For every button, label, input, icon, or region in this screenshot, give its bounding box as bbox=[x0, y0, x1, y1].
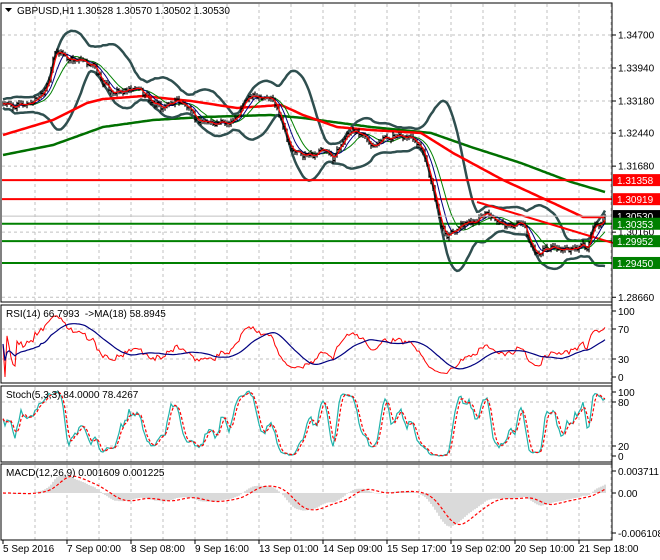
time-tick-label: 9 Sep 16:00 bbox=[195, 544, 249, 555]
time-tick-label: 7 Sep 00:00 bbox=[67, 544, 121, 555]
price-bar bbox=[448, 232, 451, 241]
time-tick-label: 5 Sep 2016 bbox=[3, 544, 55, 555]
trading-chart[interactable]: 1.347001.339401.331801.324401.316801.301… bbox=[0, 0, 660, 560]
chart-ohlc: 1.30528 1.30570 1.30502 1.30530 bbox=[77, 6, 230, 17]
time-tick-label: 19 Sep 02:00 bbox=[451, 544, 511, 555]
rsi-tick-label: 0 bbox=[618, 373, 624, 384]
time-tick-label: 21 Sep 18:00 bbox=[579, 544, 639, 555]
macd-pane bbox=[2, 474, 606, 527]
price-bar bbox=[334, 153, 337, 163]
chart-symbol: GBPUSD,H1 bbox=[17, 6, 75, 17]
rsi-tick-label: 70 bbox=[618, 325, 630, 336]
price-bar bbox=[570, 246, 573, 255]
rsi-tick-label: 100 bbox=[618, 307, 635, 318]
price-bar bbox=[410, 133, 413, 139]
price-tick-label: 1.28660 bbox=[618, 293, 655, 304]
price-bar bbox=[464, 221, 467, 230]
macd-label: MACD(12,26,9) 0.001609 0.001225 bbox=[6, 468, 165, 479]
time-tick-label: 14 Sep 09:00 bbox=[323, 544, 383, 555]
macd-tick-label: -0.006108 bbox=[618, 529, 660, 540]
price-tick-label: 1.33940 bbox=[618, 64, 655, 75]
macd-tick-label: 0.00 bbox=[618, 489, 638, 500]
price-bar bbox=[604, 213, 607, 224]
level-label: 1.30353 bbox=[617, 220, 654, 231]
level-label: 1.31358 bbox=[617, 176, 654, 187]
main-pane-frame bbox=[0, 2, 613, 303]
price-tick-label: 1.32440 bbox=[618, 129, 655, 140]
price-tick-label: 1.31680 bbox=[618, 162, 655, 173]
collapse-triangle-icon[interactable] bbox=[5, 8, 12, 12]
time-tick-label: 13 Sep 01:00 bbox=[259, 544, 319, 555]
level-label: 1.29952 bbox=[617, 237, 654, 248]
price-bar bbox=[304, 151, 307, 161]
time-tick-label: 8 Sep 08:00 bbox=[131, 544, 185, 555]
price-bar bbox=[6, 101, 9, 108]
price-tick-label: 1.34700 bbox=[618, 31, 655, 42]
stoch-tick-label: 80 bbox=[618, 398, 630, 409]
price-pane[interactable] bbox=[2, 29, 614, 273]
level-label: 1.30919 bbox=[617, 195, 654, 206]
stoch-tick-label: 0 bbox=[618, 452, 624, 463]
time-tick-label: 15 Sep 17:00 bbox=[387, 544, 447, 555]
macd-tick-label: 0.003711 bbox=[618, 467, 659, 478]
stoch-label: Stoch(5,3,3) 84.0000 78.4267 bbox=[6, 390, 139, 401]
rsi-tick-label: 30 bbox=[618, 355, 630, 366]
rsi-label: RSI(14) 66.7993 ->MA(18) 58.8945 bbox=[6, 309, 166, 320]
price-bar bbox=[386, 133, 389, 140]
level-label: 1.29450 bbox=[617, 259, 654, 270]
time-tick-label: 20 Sep 10:00 bbox=[515, 544, 575, 555]
price-tick-label: 1.33180 bbox=[618, 97, 655, 108]
